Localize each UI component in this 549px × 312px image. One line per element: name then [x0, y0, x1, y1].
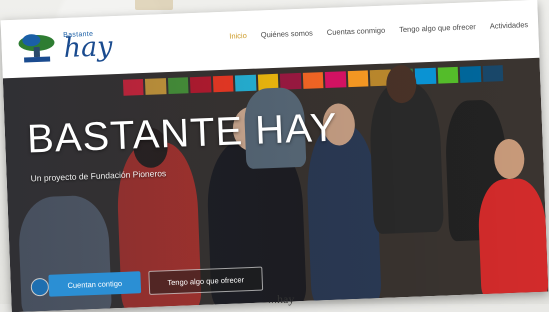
- cuentan-contigo-button[interactable]: Cuentan contigo: [48, 271, 142, 297]
- tengo-algo-button[interactable]: Tengo algo que ofrecer: [148, 266, 264, 295]
- main-menu: Inicio Quiénes somos Cuentas conmigo Ten…: [229, 20, 528, 40]
- brand-big: hay: [63, 31, 114, 65]
- website-photo: Bastante hay Inicio Quiénes somos Cuenta…: [0, 0, 549, 312]
- tree-logo-icon: [15, 29, 58, 67]
- nav-item-cuentas-conmigo[interactable]: Cuentas conmigo: [327, 26, 386, 37]
- tape: [135, 0, 173, 10]
- hero-section: BASTANTE HAY Un proyecto de Fundación Pi…: [2, 57, 549, 312]
- nav-item-inicio[interactable]: Inicio: [229, 31, 247, 41]
- nav-item-actividades[interactable]: Actividades: [490, 20, 529, 30]
- nav-item-tengo-algo[interactable]: Tengo algo que ofrecer: [399, 22, 476, 34]
- caption: ...hay: [268, 292, 295, 306]
- nav-item-quienes-somos[interactable]: Quiénes somos: [261, 28, 313, 39]
- logo[interactable]: Bastante hay: [15, 27, 113, 67]
